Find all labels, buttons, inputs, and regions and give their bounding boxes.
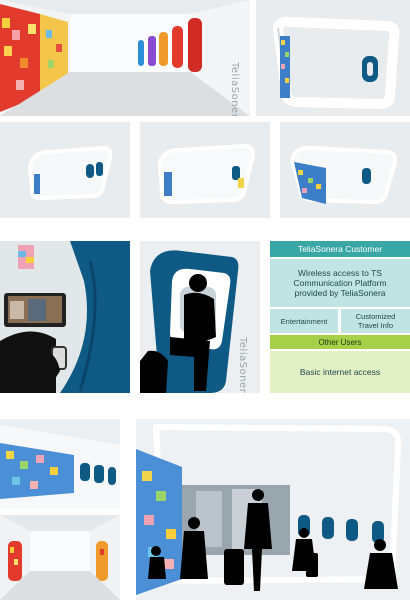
render-corridor-top-left: TeliaSonera	[0, 0, 250, 116]
basic-internet-cell: Basic internet access	[270, 351, 410, 393]
logo-text-seat: TeliaSonera	[237, 337, 248, 393]
render-frame-module-top-right	[256, 0, 410, 116]
render-corridor-lower-left	[0, 515, 120, 600]
wireless-access-cell: Wireless access to TS Communication Plat…	[270, 259, 410, 307]
render-wall-panel-lower-left	[0, 419, 120, 509]
render-module-view-3	[280, 122, 410, 218]
service-table: TeliaSonera Customer Wireless access to …	[270, 241, 410, 393]
render-module-view-2	[140, 122, 270, 218]
render-seated-silhouette: TeliaSonera	[140, 241, 260, 393]
logo-text: TeliaSonera	[229, 62, 240, 116]
customer-header: TeliaSonera Customer	[270, 241, 410, 257]
entertainment-cell: Entertainment	[270, 309, 338, 333]
render-terminal-scene	[136, 419, 410, 600]
render-seat-tablet	[0, 241, 130, 393]
customized-travel-cell: Customized Travel Info	[341, 309, 410, 333]
render-module-view-1	[0, 122, 130, 218]
other-users-header: Other Users	[270, 335, 410, 349]
